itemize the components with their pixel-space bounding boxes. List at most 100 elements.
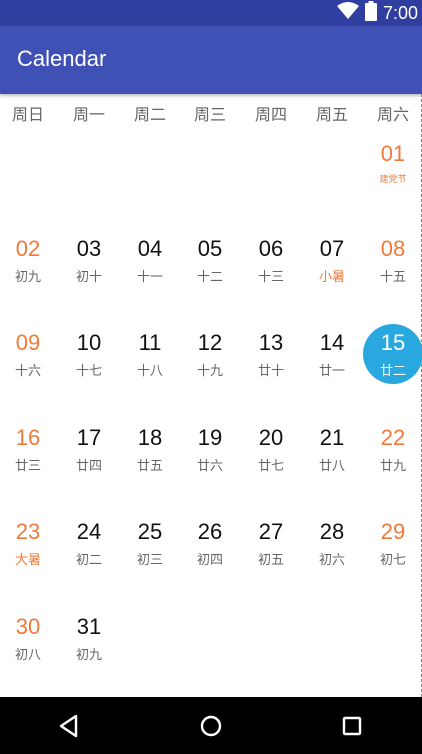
day-number: 19 <box>197 425 223 450</box>
calendar-day[interactable]: 01 建党节 <box>363 135 422 195</box>
day-number: 01 <box>380 141 406 166</box>
day-number: 28 <box>319 519 345 544</box>
calendar-day[interactable]: 26 初四 <box>180 513 240 573</box>
calendar-day[interactable]: 04 十一 <box>120 230 180 290</box>
day-number: 09 <box>15 330 41 355</box>
lunar-date: 十六 <box>14 364 41 379</box>
battery-icon <box>364 1 377 25</box>
status-time: 7:00 <box>382 2 418 23</box>
calendar-day[interactable]: 09 十六 <box>0 324 58 384</box>
calendar-day[interactable]: 02 初九 <box>0 230 58 290</box>
status-bar: 7:00 <box>0 0 422 26</box>
lunar-date: 十七 <box>75 364 102 379</box>
calendar-day[interactable]: 08 十五 <box>363 230 422 290</box>
lunar-date: 初九 <box>75 648 102 663</box>
calendar-day[interactable]: 31 初九 <box>59 608 119 668</box>
calendar-day[interactable]: 22 廿九 <box>363 419 422 479</box>
day-number: 26 <box>197 519 223 544</box>
calendar-day[interactable]: 14 廿一 <box>302 324 362 384</box>
weekday-label: 周五 <box>315 105 348 124</box>
calendar-day[interactable]: 20 廿七 <box>241 419 301 479</box>
calendar-day[interactable]: 24 初二 <box>59 513 119 573</box>
day-number: 04 <box>137 236 163 261</box>
lunar-date: 初五 <box>257 553 284 568</box>
day-number: 03 <box>76 236 102 261</box>
day-number: 07 <box>319 236 345 261</box>
calendar-day[interactable]: 11 十八 <box>120 324 180 384</box>
calendar-day[interactable]: 16 廿三 <box>0 419 58 479</box>
calendar-day[interactable]: 21 廿八 <box>302 419 362 479</box>
weekday-label: 周六 <box>376 105 409 124</box>
day-number: 08 <box>380 236 406 261</box>
day-number: 14 <box>319 330 345 355</box>
lunar-date: 十三 <box>257 270 284 285</box>
lunar-date: 大暑 <box>14 553 41 568</box>
day-number: 30 <box>15 614 41 639</box>
status-icons: 7:00 <box>336 0 418 26</box>
lunar-date: 廿七 <box>257 459 284 474</box>
calendar-day[interactable]: 10 十七 <box>59 324 119 384</box>
navigation-bar <box>0 697 422 754</box>
calendar-day[interactable]: 17 廿四 <box>59 419 119 479</box>
home-button[interactable] <box>196 711 226 741</box>
day-number: 10 <box>76 330 102 355</box>
lunar-date: 建党节 <box>379 175 407 185</box>
day-number: 05 <box>197 236 223 261</box>
calendar-day[interactable]: 03 初十 <box>59 230 119 290</box>
lunar-date: 十二 <box>196 270 223 285</box>
lunar-date: 廿一 <box>318 364 345 379</box>
day-number: 12 <box>197 330 223 355</box>
lunar-date: 廿三 <box>14 459 41 474</box>
recents-icon <box>337 716 367 745</box>
wifi-icon <box>336 2 359 24</box>
day-number: 17 <box>76 425 102 450</box>
app-title: Calendar <box>17 46 107 71</box>
lunar-date: 廿六 <box>196 459 223 474</box>
day-number: 11 <box>138 330 162 355</box>
calendar-day[interactable]: 27 初五 <box>241 513 301 573</box>
lunar-date: 廿四 <box>75 459 102 474</box>
calendar-day[interactable]: 25 初三 <box>120 513 180 573</box>
lunar-date: 初九 <box>14 270 41 285</box>
day-number: 06 <box>258 236 284 261</box>
lunar-date: 初二 <box>75 553 102 568</box>
day-number: 25 <box>137 519 163 544</box>
calendar-day[interactable]: 28 初六 <box>302 513 362 573</box>
day-number: 18 <box>137 425 163 450</box>
weekday-label: 周二 <box>133 105 166 124</box>
calendar-day[interactable]: 13 廿十 <box>241 324 301 384</box>
calendar-day[interactable]: 29 初七 <box>363 513 422 573</box>
lunar-date: 初八 <box>14 648 41 663</box>
calendar-day[interactable]: 23 大暑 <box>0 513 58 573</box>
lunar-date: 十一 <box>136 270 163 285</box>
calendar-day[interactable]: 07 小暑 <box>302 230 362 290</box>
weekday-label: 周日 <box>11 105 44 124</box>
app-bar: Calendar <box>0 26 422 94</box>
calendar-day[interactable]: 18 廿五 <box>120 419 180 479</box>
weekday-label: 周一 <box>72 105 105 124</box>
lunar-date: 廿八 <box>318 459 345 474</box>
calendar-day[interactable]: 05 十二 <box>180 230 240 290</box>
calendar-day[interactable]: 30 初八 <box>0 608 58 668</box>
calendar-day[interactable]: 12 十九 <box>180 324 240 384</box>
recents-button[interactable] <box>337 711 367 741</box>
lunar-date: 十八 <box>136 364 163 379</box>
day-number: 21 <box>319 425 345 450</box>
weekday-label: 周四 <box>254 105 287 124</box>
day-number: 02 <box>15 236 41 261</box>
day-number: 24 <box>76 519 102 544</box>
day-number: 27 <box>258 519 284 544</box>
lunar-date: 廿五 <box>136 459 163 474</box>
calendar-day[interactable]: 19 廿六 <box>180 419 240 479</box>
lunar-date: 廿九 <box>379 459 406 474</box>
lunar-date: 初四 <box>196 553 223 568</box>
day-number: 31 <box>76 614 102 639</box>
back-button[interactable] <box>54 711 84 741</box>
calendar-day[interactable]: 06 十三 <box>241 230 301 290</box>
day-number: 16 <box>15 425 41 450</box>
weekday-label: 周三 <box>193 105 226 124</box>
lunar-date: 初七 <box>379 553 406 568</box>
calendar-day-selected[interactable]: 15 廿二 <box>363 324 422 384</box>
lunar-date: 小暑 <box>318 270 345 285</box>
home-icon <box>196 715 226 745</box>
